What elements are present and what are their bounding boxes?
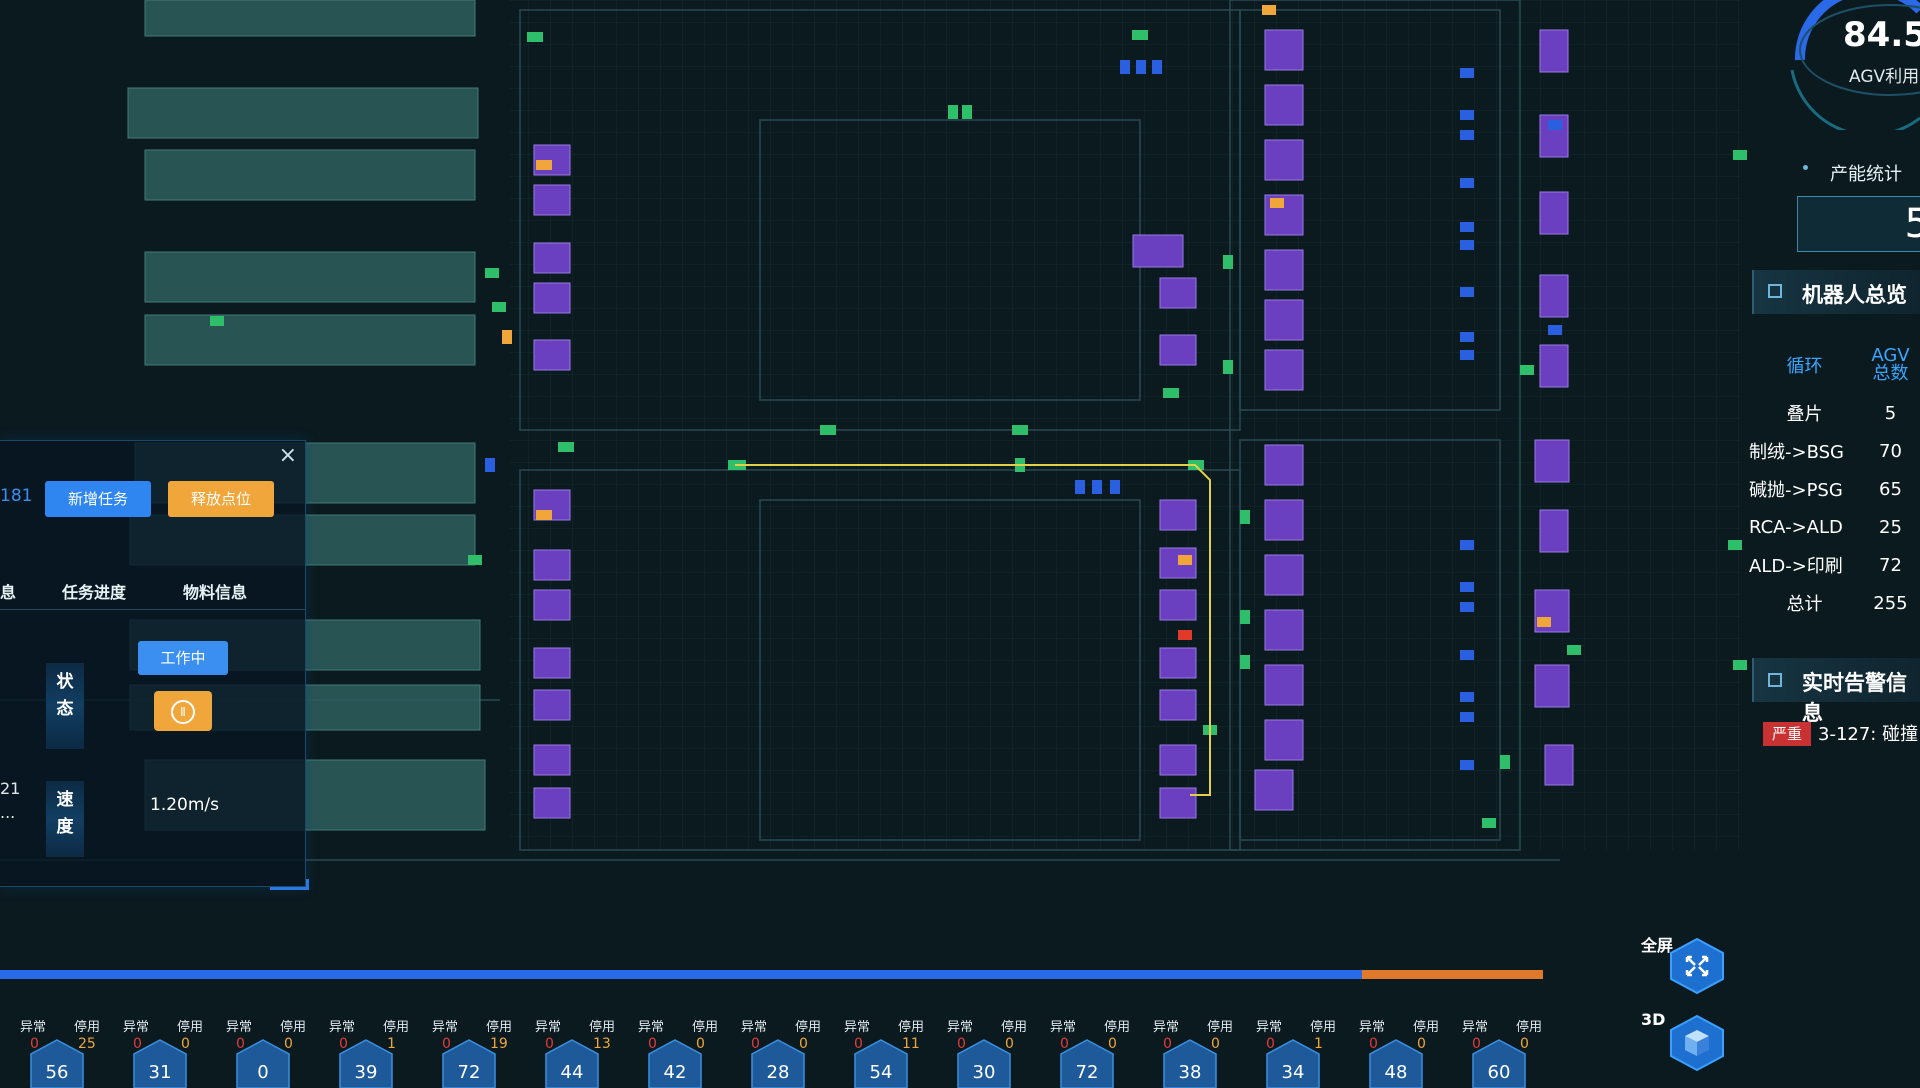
stopped-label: 停用 [692,1020,719,1035]
alarm-item[interactable]: 3-127: 碰撞 [1818,720,1918,746]
capacity-value: 5 [1904,201,1920,247]
tab-task-progress[interactable]: 任务进度 [62,579,126,603]
popup-corner [270,879,309,890]
square-bullet-icon [1768,284,1782,298]
station-stat[interactable]: 异常 停用 0 0 38 [1133,1012,1236,1088]
table-row[interactable]: 碱抛->PSG 65 [1748,470,1920,508]
abnormal-label: 异常 [1050,1020,1077,1035]
table-row[interactable]: RCA->ALD 25 [1748,508,1920,546]
capacity-dot-icon [1803,165,1808,170]
stopped-label: 停用 [795,1020,822,1035]
station-stat[interactable]: 异常 停用 0 1 34 [1236,1012,1339,1088]
status-label: 状 态 [46,663,84,749]
abnormal-label: 异常 [535,1020,562,1035]
stopped-label: 停用 [1516,1020,1543,1035]
capacity-label: 产能统计 [1830,164,1902,185]
table-row[interactable]: 总计 255 [1748,584,1920,622]
table-row[interactable]: ALD->印刷 72 [1748,546,1920,584]
side-more: ... [0,803,16,822]
abnormal-label: 异常 [844,1020,871,1035]
progress-fill-normal [0,970,1363,979]
alarms-title: 实时告警信息 [1802,671,1907,725]
side-value: 21 [0,779,21,798]
abnormal-label: 异常 [1462,1020,1489,1035]
abnormal-label: 异常 [947,1020,974,1035]
station-stat[interactable]: 异常 停用 0 0 72 [1030,1012,1133,1088]
station-stat[interactable]: 异常 停用 0 1 39 [309,1012,412,1088]
progress-fill-warning [1362,970,1543,979]
stopped-label: 停用 [1310,1020,1337,1035]
robots-title: 机器人总览 [1802,283,1907,307]
col-loop: 循环 [1786,356,1823,377]
stopped-label: 停用 [280,1020,307,1035]
abnormal-label: 异常 [1153,1020,1180,1035]
speed-label: 速 度 [46,781,84,857]
stopped-label: 停用 [1207,1020,1234,1035]
pause-icon: Ⅱ [171,700,195,724]
overall-progress-bar [0,970,1543,979]
station-stat[interactable]: 异常 停用 0 0 0 [206,1012,309,1088]
station-stat[interactable]: 异常 停用 0 0 30 [927,1012,1030,1088]
pause-button[interactable]: Ⅱ [154,691,212,731]
utilization-label: AGV利用 [1849,67,1920,87]
agv-detail-popup: × 181 新增任务 释放点位 息 任务进度 物料信息 状 态 工作中 Ⅱ 速 … [0,440,309,890]
abnormal-label: 异常 [1256,1020,1283,1035]
3d-view-button[interactable] [1665,1012,1729,1072]
stopped-label: 停用 [1104,1020,1131,1035]
stopped-label: 停用 [589,1020,616,1035]
stopped-label: 停用 [898,1020,925,1035]
station-stat[interactable]: 异常 停用 0 0 42 [618,1012,721,1088]
tab-material-info[interactable]: 物料信息 [183,579,247,603]
stopped-label: 停用 [177,1020,204,1035]
close-icon[interactable]: × [279,443,297,468]
popup-tabs: 息 任务进度 物料信息 [0,579,305,610]
abnormal-label: 异常 [20,1020,47,1035]
station-stat[interactable]: 异常 停用 0 0 48 [1339,1012,1442,1088]
release-point-button[interactable]: 释放点位 [168,481,274,517]
table-row[interactable]: 叠片 5 [1748,394,1920,432]
station-stat[interactable]: 异常 停用 0 0 60 [1442,1012,1545,1088]
col-agv-total: AGV 总数 [1871,345,1910,384]
abnormal-label: 异常 [741,1020,768,1035]
abnormal-label: 异常 [329,1020,356,1035]
robots-table: 循环 AGV 总数 叠片 5 制绒->BSG 70 碱抛->PSG 65 RCA->A… [1748,336,1920,622]
capacity-box: 5 [1797,196,1920,252]
station-stat[interactable]: 异常 停用 0 11 54 [824,1012,927,1088]
stopped-label: 停用 [383,1020,410,1035]
table-row[interactable]: 制绒->BSG 70 [1748,432,1920,470]
square-bullet-icon [1768,673,1782,687]
speed-value: 1.20m/s [150,795,219,815]
utilization-value: 84.5 [1843,15,1920,55]
station-stat[interactable]: 异常 停用 0 13 44 [515,1012,618,1088]
stopped-label: 停用 [1413,1020,1440,1035]
abnormal-label: 异常 [432,1020,459,1035]
alarm-level-badge: 严重 [1763,722,1811,746]
abnormal-label: 异常 [1359,1020,1386,1035]
status-badge: 工作中 [138,641,228,675]
station-stat[interactable]: 异常 停用 0 0 28 [721,1012,824,1088]
abnormal-label: 异常 [638,1020,665,1035]
fullscreen-button[interactable] [1665,935,1729,995]
new-task-button[interactable]: 新增任务 [45,481,151,517]
stopped-label: 停用 [486,1020,513,1035]
agv-id-link[interactable]: 181 [0,486,32,506]
tab-info[interactable]: 息 [0,579,16,603]
3d-label: 3D [1641,1010,1666,1029]
stopped-label: 停用 [1001,1020,1028,1035]
station-stat[interactable]: 异常 停用 0 0 31 [103,1012,206,1088]
station-stat[interactable]: 异常 停用 0 19 72 [412,1012,515,1088]
station-stat[interactable]: 异常 停用 0 25 56 [0,1012,103,1088]
abnormal-label: 异常 [226,1020,253,1035]
abnormal-label: 异常 [123,1020,150,1035]
stopped-label: 停用 [74,1020,101,1035]
